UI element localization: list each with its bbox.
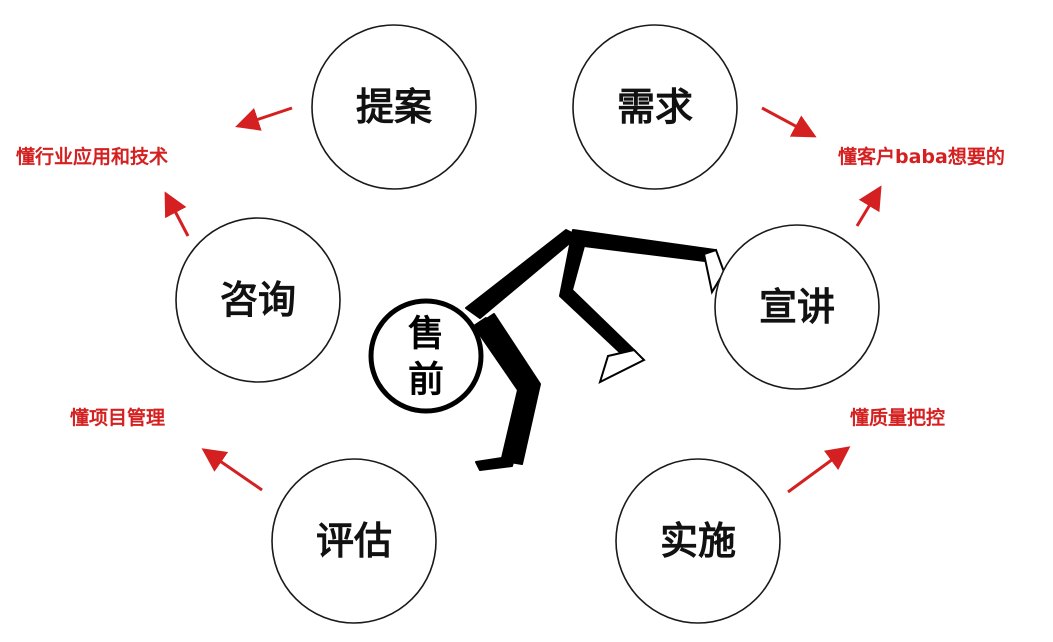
arrow-proposal-to-industry bbox=[235, 106, 293, 131]
arrow-assessment-to-project bbox=[201, 448, 263, 492]
arrow-implementation-to-quality bbox=[787, 446, 851, 494]
stage-proposal-label: 提案 bbox=[356, 85, 433, 129]
stage-implementation-label: 实施 bbox=[660, 519, 736, 563]
skill-industry-label: 懂行业应用和技术 bbox=[16, 145, 168, 168]
stage-requirement-label: 需求 bbox=[617, 85, 693, 129]
stage-consulting-label: 咨询 bbox=[220, 278, 296, 322]
skill-quality-label: 懂质量把控 bbox=[850, 406, 945, 429]
skill-customer-label: 懂客户baba想要的 bbox=[838, 145, 1005, 168]
stage-presentation: 宣讲 bbox=[714, 224, 880, 390]
stage-implementation: 实施 bbox=[615, 458, 781, 624]
stage-presentation-label: 宣讲 bbox=[759, 285, 835, 329]
arrow-presentation-to-customer bbox=[855, 185, 882, 227]
presales-cycle-diagram: 提案 需求 咨询 宣讲 评估 实施 售 前 懂行业应用和技术 懂客户baba想要… bbox=[16, 24, 1005, 624]
center-presales-line2: 前 bbox=[408, 360, 444, 401]
arrow-requirement-to-customer bbox=[761, 106, 817, 138]
center-presales: 售 前 bbox=[368, 298, 484, 414]
stage-proposal: 提案 bbox=[311, 24, 477, 190]
stage-consulting: 咨询 bbox=[175, 217, 341, 383]
arrow-consulting-to-industry bbox=[164, 191, 190, 237]
center-presales-line1: 售 bbox=[408, 314, 444, 355]
stage-assessment-label: 评估 bbox=[316, 519, 392, 563]
stick-figure-illustration bbox=[465, 229, 726, 471]
stage-assessment: 评估 bbox=[271, 458, 437, 624]
stage-requirement: 需求 bbox=[572, 24, 738, 190]
skill-project-label: 懂项目管理 bbox=[70, 406, 165, 429]
